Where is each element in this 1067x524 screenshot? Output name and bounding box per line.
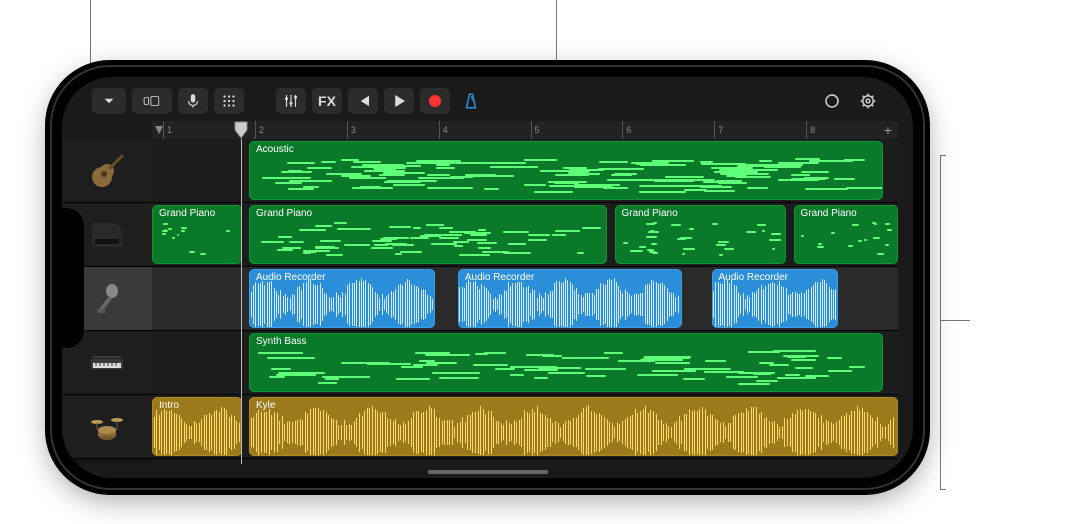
fx-button[interactable]: FX xyxy=(312,88,342,114)
region-label: Grand Piano xyxy=(622,208,678,219)
piano-icon xyxy=(87,215,127,255)
view-icon xyxy=(143,92,161,110)
track-header-drums[interactable] xyxy=(62,395,152,459)
guitar-icon xyxy=(87,151,127,191)
record-icon xyxy=(426,92,444,110)
view-mode-button[interactable] xyxy=(132,88,172,114)
waveform xyxy=(713,284,838,325)
gear-icon xyxy=(859,92,877,110)
region-label: Grand Piano xyxy=(801,208,857,219)
toolbar: FX xyxy=(92,85,883,117)
waveform xyxy=(250,412,897,453)
midi-region[interactable]: Grand Piano xyxy=(794,205,898,264)
home-indicator xyxy=(428,470,548,474)
metronome-button[interactable] xyxy=(456,88,486,114)
ruler-bar: 5 xyxy=(531,121,623,139)
midi-content xyxy=(254,158,878,195)
device-notch xyxy=(62,208,84,348)
tracks-area[interactable]: Acoustic Grand Piano Grand Piano Grand P… xyxy=(152,139,898,464)
ruler-bar: 4 xyxy=(439,121,531,139)
rewind-icon xyxy=(354,92,372,110)
iphone-frame: FX xyxy=(50,65,925,490)
ruler-bar: 2 xyxy=(255,121,347,139)
region-label: Grand Piano xyxy=(159,208,215,219)
ruler-bar: 3 xyxy=(347,121,439,139)
track-header-guitar[interactable] xyxy=(62,139,152,203)
track-row[interactable]: Synth Bass xyxy=(152,331,898,395)
settings-button[interactable] xyxy=(853,88,883,114)
track-row[interactable]: Audio Recorder Audio Recorder Audio Reco… xyxy=(152,267,898,331)
loop-icon xyxy=(823,92,841,110)
midi-region[interactable]: Grand Piano xyxy=(615,205,787,264)
add-section-button[interactable]: + xyxy=(878,121,898,139)
play-icon xyxy=(390,92,408,110)
region-label: Synth Bass xyxy=(256,336,307,347)
ruler-bar: 7 xyxy=(714,121,806,139)
callout-line xyxy=(90,0,91,75)
playhead-line xyxy=(241,139,242,464)
microphone-button[interactable] xyxy=(178,88,208,114)
callout-line xyxy=(940,155,946,156)
chevron-down-icon xyxy=(100,92,118,110)
microphone-track-icon xyxy=(87,279,127,319)
sliders-icon xyxy=(282,92,300,110)
region-label: Acoustic xyxy=(256,144,294,155)
midi-region[interactable]: Grand Piano xyxy=(249,205,607,264)
browser-button[interactable] xyxy=(92,88,126,114)
record-button[interactable] xyxy=(420,88,450,114)
callout-line xyxy=(940,155,941,490)
waveform xyxy=(153,412,241,453)
microphone-icon xyxy=(184,92,202,110)
midi-region[interactable]: Acoustic xyxy=(249,141,883,200)
rewind-button[interactable] xyxy=(348,88,378,114)
midi-content xyxy=(157,222,237,259)
metronome-icon xyxy=(462,92,480,110)
region-label: Audio Recorder xyxy=(465,272,534,283)
audio-region[interactable]: Kyle xyxy=(249,397,898,456)
playhead[interactable] xyxy=(234,121,248,139)
loop-button[interactable] xyxy=(817,88,847,114)
audio-region[interactable]: Audio Recorder xyxy=(458,269,682,328)
play-button[interactable] xyxy=(384,88,414,114)
midi-content xyxy=(254,350,878,387)
midi-content xyxy=(620,222,782,259)
track-row[interactable]: Grand Piano Grand Piano Grand Piano Gran… xyxy=(152,203,898,267)
region-label: Kyle xyxy=(256,400,275,411)
waveform xyxy=(459,284,681,325)
mixer-button[interactable] xyxy=(276,88,306,114)
waveform xyxy=(250,284,435,325)
midi-content xyxy=(799,222,893,259)
region-label: Grand Piano xyxy=(256,208,312,219)
track-row[interactable]: Intro Kyle xyxy=(152,395,898,459)
grid-icon xyxy=(220,92,238,110)
midi-content xyxy=(254,222,602,259)
app-screen: FX xyxy=(62,77,913,478)
drums-icon xyxy=(87,407,127,447)
audio-region[interactable]: Audio Recorder xyxy=(712,269,839,328)
timeline-ruler[interactable]: 1 2 3 4 5 6 7 8 xyxy=(152,121,898,139)
region-label: Audio Recorder xyxy=(719,272,788,283)
grid-button[interactable] xyxy=(214,88,244,114)
audio-region[interactable]: Intro xyxy=(152,397,242,456)
midi-region[interactable]: Synth Bass xyxy=(249,333,883,392)
region-label: Audio Recorder xyxy=(256,272,325,283)
midi-region[interactable]: Grand Piano xyxy=(152,205,242,264)
callout-line xyxy=(940,320,970,321)
keyboard-icon xyxy=(87,343,127,383)
ruler-bar: 6 xyxy=(622,121,714,139)
callout-line xyxy=(940,489,946,490)
track-row[interactable]: Acoustic xyxy=(152,139,898,203)
audio-region[interactable]: Audio Recorder xyxy=(249,269,436,328)
region-label: Intro xyxy=(159,400,179,411)
